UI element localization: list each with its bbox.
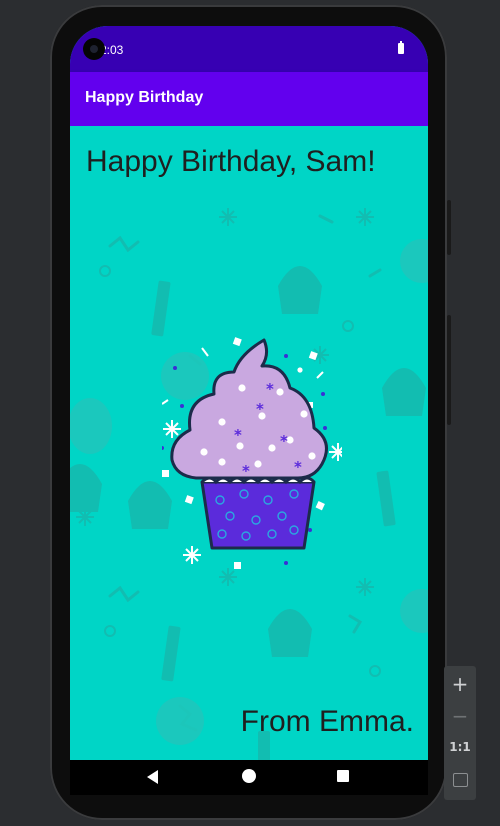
front-camera bbox=[83, 38, 105, 60]
actual-size-button[interactable]: 1:1 bbox=[444, 740, 476, 754]
battery-icon bbox=[398, 41, 404, 54]
svg-text:*: * bbox=[234, 426, 242, 444]
birthday-card: Happy Birthday, Sam! * * * * * * From Em… bbox=[70, 126, 428, 760]
home-circle-icon[interactable] bbox=[242, 769, 256, 783]
cupcake-illustration: * * * * * * bbox=[162, 337, 342, 569]
zoom-in-button[interactable]: + bbox=[444, 672, 476, 696]
birthday-signoff: From Emma. bbox=[240, 705, 414, 738]
recents-square-icon[interactable] bbox=[337, 770, 349, 782]
svg-text:*: * bbox=[294, 458, 302, 476]
power-button bbox=[447, 200, 451, 255]
app-bar: Happy Birthday bbox=[70, 72, 428, 126]
device-screen: 2:03 Happy Birthday Happy Birthday, Sam!… bbox=[70, 26, 428, 795]
svg-text:*: * bbox=[256, 400, 264, 418]
svg-text:*: * bbox=[242, 462, 250, 480]
svg-text:*: * bbox=[266, 380, 274, 398]
svg-text:*: * bbox=[280, 432, 288, 450]
navigation-bar bbox=[70, 760, 428, 795]
zoom-out-button[interactable]: − bbox=[444, 704, 476, 728]
app-title: Happy Birthday bbox=[85, 89, 204, 106]
birthday-greeting: Happy Birthday, Sam! bbox=[86, 145, 376, 178]
back-triangle-icon[interactable] bbox=[147, 770, 158, 784]
volume-button bbox=[447, 315, 451, 425]
emulator-zoom-controls: + − 1:1 bbox=[444, 666, 476, 800]
fit-screen-icon[interactable] bbox=[453, 773, 468, 787]
status-bar: 2:03 bbox=[70, 26, 428, 72]
